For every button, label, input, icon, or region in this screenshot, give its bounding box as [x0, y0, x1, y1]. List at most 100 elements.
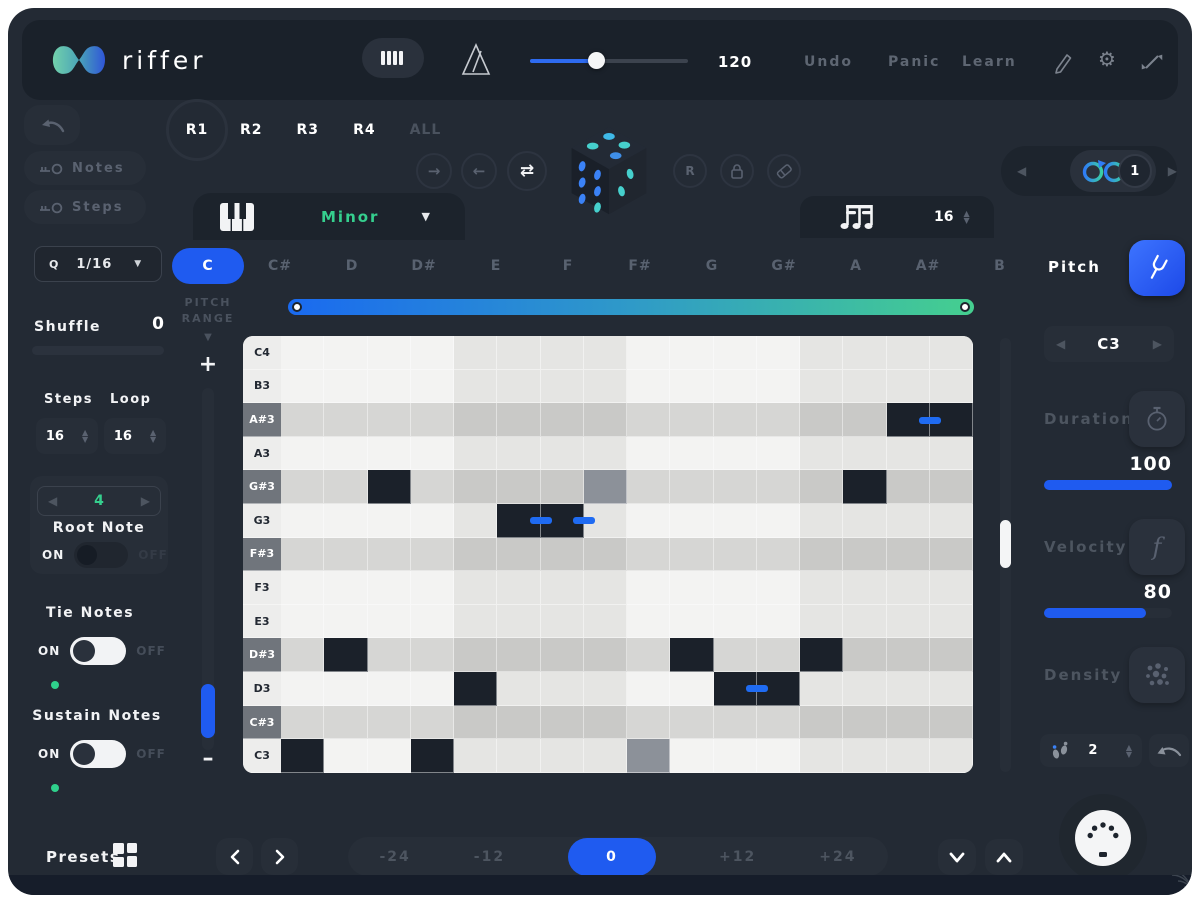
note-option-e[interactable]: E: [460, 248, 532, 284]
grid-cell[interactable]: [930, 336, 973, 370]
tie-notes-toggle[interactable]: [70, 637, 126, 665]
grid-cell[interactable]: [800, 538, 843, 572]
octave-up-button[interactable]: [985, 839, 1023, 875]
grid-cell[interactable]: [670, 538, 713, 572]
preset-next-button[interactable]: [261, 838, 298, 875]
grid-cell[interactable]: [930, 706, 973, 740]
grid-cell[interactable]: [757, 706, 800, 740]
grid-cell[interactable]: [843, 370, 886, 404]
grid-cell[interactable]: [411, 538, 454, 572]
pitch-range-gradient-bar[interactable]: [288, 299, 974, 315]
grid-cell[interactable]: [281, 470, 324, 504]
grid-cell[interactable]: [800, 672, 843, 706]
grid-cell[interactable]: [627, 504, 670, 538]
grid-cell[interactable]: [368, 571, 411, 605]
grid-cell[interactable]: [930, 370, 973, 404]
grid-cell[interactable]: [368, 403, 411, 437]
note-option-b[interactable]: B: [964, 248, 1036, 284]
steps-stepper-arrows[interactable]: ▲▼: [82, 429, 88, 443]
grid-cell[interactable]: [627, 706, 670, 740]
grid-cell[interactable]: [584, 672, 627, 706]
grid-cell[interactable]: [930, 538, 973, 572]
grid-cell[interactable]: [843, 739, 886, 773]
grid-cell[interactable]: [627, 437, 670, 471]
velocity-slider[interactable]: [1044, 608, 1172, 618]
gradient-left-handle[interactable]: [292, 302, 302, 312]
grid-cell[interactable]: [930, 638, 973, 672]
grid-cell[interactable]: [714, 336, 757, 370]
grid-cell[interactable]: [368, 706, 411, 740]
note-option-c[interactable]: C: [172, 248, 244, 284]
grid-cell[interactable]: [670, 504, 713, 538]
grid-cell[interactable]: [757, 571, 800, 605]
gradient-right-handle[interactable]: [960, 302, 970, 312]
note-option-f[interactable]: F: [532, 248, 604, 284]
grid-cell[interactable]: [454, 739, 497, 773]
grid-cell[interactable]: [887, 638, 930, 672]
grid-cell[interactable]: [757, 538, 800, 572]
grid-cell[interactable]: [411, 638, 454, 672]
grid-cell[interactable]: [281, 706, 324, 740]
grid-cell[interactable]: [800, 336, 843, 370]
loop-prev-chevron[interactable]: ◀: [1017, 164, 1026, 178]
grid-cell[interactable]: [714, 706, 757, 740]
note-option-dsharp[interactable]: D#: [388, 248, 460, 284]
grid-cell[interactable]: [368, 470, 411, 504]
notes-lock-toggle[interactable]: Notes: [24, 151, 146, 185]
grid-cell[interactable]: [541, 638, 584, 672]
grid-cell[interactable]: [757, 370, 800, 404]
grid-cell[interactable]: [454, 504, 497, 538]
steps-stepper[interactable]: 16 ▲▼: [36, 418, 98, 454]
grid-cell[interactable]: [627, 336, 670, 370]
tie-note-dash[interactable]: [573, 517, 595, 524]
grid-cell[interactable]: [411, 571, 454, 605]
grid-cell[interactable]: [541, 739, 584, 773]
grid-cell[interactable]: [800, 437, 843, 471]
riff-tab-all[interactable]: ALL: [410, 122, 442, 138]
grid-cell[interactable]: [324, 672, 367, 706]
grid-cell[interactable]: [541, 437, 584, 471]
grid-cell[interactable]: [843, 638, 886, 672]
density-mode-button[interactable]: [1129, 647, 1185, 703]
settings-gear-icon[interactable]: ⚙: [1098, 47, 1116, 71]
grid-cell[interactable]: [930, 504, 973, 538]
grid-cell[interactable]: [324, 739, 367, 773]
note-option-d[interactable]: D: [316, 248, 388, 284]
grid-cell[interactable]: [627, 739, 670, 773]
grid-cell[interactable]: [541, 538, 584, 572]
grid-cell[interactable]: [584, 605, 627, 639]
grid-cell[interactable]: [454, 605, 497, 639]
note-next-chevron[interactable]: ▶: [1153, 337, 1162, 351]
grid-cell[interactable]: [930, 739, 973, 773]
octave-stepper-arrows[interactable]: ▲▼: [1126, 744, 1132, 758]
riff-tab-r4[interactable]: R4: [353, 122, 376, 138]
grid-cell[interactable]: [714, 571, 757, 605]
metronome-button[interactable]: [454, 40, 498, 80]
grid-cell[interactable]: [627, 672, 670, 706]
grid-cell[interactable]: [800, 571, 843, 605]
note-option-a[interactable]: A: [820, 248, 892, 284]
grid-cell[interactable]: [800, 403, 843, 437]
grid-cell[interactable]: [454, 437, 497, 471]
grid-cell[interactable]: [627, 538, 670, 572]
tie-note-dash[interactable]: [530, 517, 552, 524]
grid-cell[interactable]: [757, 504, 800, 538]
random-r-button[interactable]: R: [673, 154, 707, 188]
note-option-asharp[interactable]: A#: [892, 248, 964, 284]
grid-cell[interactable]: [584, 538, 627, 572]
velocity-mode-button[interactable]: f: [1129, 519, 1185, 575]
grid-cell[interactable]: [497, 571, 540, 605]
grid-scrollbar-thumb[interactable]: [1000, 520, 1011, 568]
grid-cell[interactable]: [584, 638, 627, 672]
grid-cell[interactable]: [800, 605, 843, 639]
grid-cell[interactable]: [930, 605, 973, 639]
grid-cell[interactable]: [670, 638, 713, 672]
grid-cell[interactable]: [368, 336, 411, 370]
reverse-button[interactable]: ⇄: [507, 151, 547, 191]
grid-cell[interactable]: [497, 739, 540, 773]
grid-cell[interactable]: [887, 370, 930, 404]
shift-right-button[interactable]: →: [416, 153, 452, 189]
octave-step-stepper[interactable]: 2 ▲▼: [1040, 734, 1142, 767]
octave-down-button[interactable]: [938, 839, 976, 875]
grid-cell[interactable]: [281, 538, 324, 572]
